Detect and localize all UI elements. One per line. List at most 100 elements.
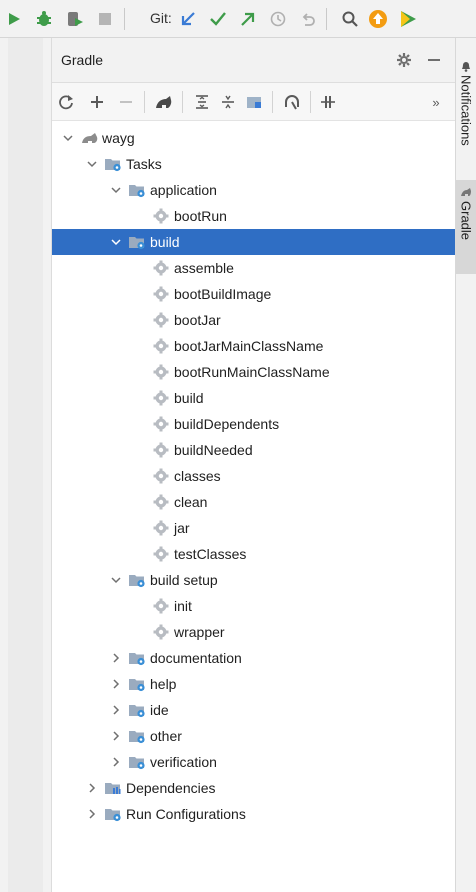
- gear-icon: [152, 493, 170, 511]
- collapse-all-icon[interactable]: [218, 92, 238, 112]
- tree-node[interactable]: build: [52, 229, 455, 255]
- run-with-coverage-icon[interactable]: [65, 9, 85, 29]
- tree-node-label: bootJar: [174, 312, 221, 328]
- toolbar-separator: [272, 91, 273, 113]
- tree-task-item[interactable]: bootRun: [52, 203, 455, 229]
- tree-task-item[interactable]: bootJar: [52, 307, 455, 333]
- task-folder-icon: [128, 675, 146, 693]
- chevron-right-icon[interactable]: [86, 781, 98, 795]
- tree-task-item[interactable]: bootJarMainClassName: [52, 333, 455, 359]
- tree-node[interactable]: build setup: [52, 567, 455, 593]
- tree-node[interactable]: documentation: [52, 645, 455, 671]
- stop-icon[interactable]: [95, 9, 115, 29]
- chevron-right-icon[interactable]: [110, 755, 122, 769]
- chevron-right-icon[interactable]: [110, 703, 122, 717]
- tree-task-item[interactable]: buildNeeded: [52, 437, 455, 463]
- tree-task-item[interactable]: bootBuildImage: [52, 281, 455, 307]
- tree-node[interactable]: Tasks: [52, 151, 455, 177]
- tree-node[interactable]: wayg: [52, 125, 455, 151]
- task-folder-icon: [128, 649, 146, 667]
- toolbar-separator: [144, 91, 145, 113]
- gear-icon: [152, 259, 170, 277]
- chevron-right-icon[interactable]: [86, 807, 98, 821]
- chevron-down-icon[interactable]: [110, 573, 122, 587]
- tree-node-label: clean: [174, 494, 208, 510]
- remove-icon[interactable]: [116, 92, 136, 112]
- tree-task-item[interactable]: jar: [52, 515, 455, 541]
- offline-mode-icon[interactable]: [282, 92, 302, 112]
- tree-task-item[interactable]: buildDependents: [52, 411, 455, 437]
- tree-task-item[interactable]: init: [52, 593, 455, 619]
- search-icon[interactable]: [340, 9, 360, 29]
- reload-icon[interactable]: [56, 92, 76, 112]
- minimize-icon[interactable]: [424, 50, 444, 70]
- git-update-icon[interactable]: [178, 9, 198, 29]
- tree-node[interactable]: help: [52, 671, 455, 697]
- chevron-right-icon[interactable]: [110, 729, 122, 743]
- chevron-down-icon[interactable]: [110, 235, 122, 249]
- tree-node-label: build: [150, 234, 180, 250]
- tree-node[interactable]: application: [52, 177, 455, 203]
- tree-node-label: jar: [174, 520, 190, 536]
- ide-update-icon[interactable]: [368, 9, 388, 29]
- task-folder-icon: [128, 233, 146, 251]
- toolbar-separator: [182, 91, 183, 113]
- gradle-tree: wayg Tasks application bootRun build assemble…: [52, 121, 455, 892]
- tree-task-item[interactable]: classes: [52, 463, 455, 489]
- gear-icon[interactable]: [394, 50, 414, 70]
- tree-task-item[interactable]: wrapper: [52, 619, 455, 645]
- git-push-icon[interactable]: [238, 9, 258, 29]
- tree-node[interactable]: ide: [52, 697, 455, 723]
- gradle-tab[interactable]: Gradle: [456, 180, 476, 274]
- tree-task-item[interactable]: build: [52, 385, 455, 411]
- git-history-icon[interactable]: [268, 9, 288, 29]
- tree-node-label: wrapper: [174, 624, 225, 640]
- task-folder-icon: [128, 727, 146, 745]
- tree-node[interactable]: Dependencies: [52, 775, 455, 801]
- plugin-logo-icon[interactable]: [398, 9, 418, 29]
- debug-icon[interactable]: [34, 9, 54, 29]
- gradle-elephant-icon: [461, 188, 471, 196]
- toggle-skip-tests-icon[interactable]: [318, 92, 338, 112]
- task-folder-icon: [128, 181, 146, 199]
- chevron-down-icon[interactable]: [86, 157, 98, 171]
- git-commit-icon[interactable]: [208, 9, 228, 29]
- add-icon[interactable]: [87, 92, 107, 112]
- tree-task-item[interactable]: clean: [52, 489, 455, 515]
- overflow-chevron[interactable]: »: [426, 92, 446, 112]
- chevron-right-icon[interactable]: [110, 651, 122, 665]
- panel-title: Gradle: [61, 52, 104, 68]
- gear-icon: [152, 285, 170, 303]
- dependencies-view-icon[interactable]: [244, 92, 264, 112]
- tree-task-item[interactable]: testClasses: [52, 541, 455, 567]
- tree-node-label: verification: [150, 754, 217, 770]
- tree-task-item[interactable]: assemble: [52, 255, 455, 281]
- tree-node-label: testClasses: [174, 546, 247, 562]
- run-icon[interactable]: [4, 9, 24, 29]
- chevron-down-icon[interactable]: [62, 131, 74, 145]
- gear-icon: [152, 467, 170, 485]
- tree-node-label: documentation: [150, 650, 242, 666]
- gear-icon: [152, 545, 170, 563]
- task-folder-icon: [128, 701, 146, 719]
- git-rollback-icon[interactable]: [298, 9, 318, 29]
- tree-node[interactable]: Run Configurations: [52, 801, 455, 827]
- toolbar-separator: [310, 91, 311, 113]
- tree-task-item[interactable]: bootRunMainClassName: [52, 359, 455, 385]
- gradle-tool-window: Gradle » wayg Tasks application bootRun …: [52, 38, 455, 892]
- tree-node-label: wayg: [102, 130, 135, 146]
- gear-icon: [152, 519, 170, 537]
- chevron-down-icon[interactable]: [110, 183, 122, 197]
- tree-node-label: help: [150, 676, 177, 692]
- execute-task-icon[interactable]: [154, 92, 174, 112]
- editor-scroll-strip: [8, 38, 43, 892]
- tree-node[interactable]: verification: [52, 749, 455, 775]
- tree-node-label: buildDependents: [174, 416, 280, 432]
- notifications-tab[interactable]: Notifications: [456, 60, 476, 146]
- expand-all-icon[interactable]: [192, 92, 212, 112]
- tree-node[interactable]: other: [52, 723, 455, 749]
- gear-icon: [152, 311, 170, 329]
- left-gutter: [0, 38, 52, 892]
- tree-node-label: ide: [150, 702, 169, 718]
- chevron-right-icon[interactable]: [110, 677, 122, 691]
